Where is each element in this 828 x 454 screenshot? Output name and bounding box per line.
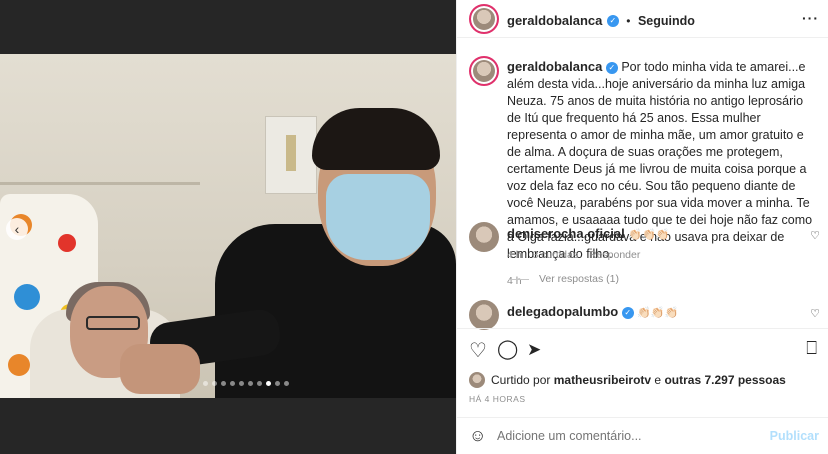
comment-input[interactable] xyxy=(497,427,757,445)
more-options-icon[interactable]: ··· xyxy=(802,10,819,26)
carousel-dot xyxy=(230,381,235,386)
author-username[interactable]: geraldobalanca xyxy=(507,13,602,28)
photo-wall-rail xyxy=(0,182,200,185)
comment-like-heart-icon[interactable]: ♡ xyxy=(810,307,820,320)
bookmark-icon[interactable]: ⎕ xyxy=(806,338,817,359)
share-icon[interactable]: ➤ xyxy=(527,340,541,360)
photo-hands xyxy=(120,344,200,394)
post-photo[interactable]: ‹ xyxy=(0,54,456,398)
photo-pane: ‹ xyxy=(0,0,456,454)
liked-by-prefix: Curtido por xyxy=(491,373,551,387)
post-time-ago[interactable]: HÁ 4 HORAS xyxy=(469,394,526,404)
carousel-dot xyxy=(239,381,244,386)
verified-icon: ✓ xyxy=(605,61,618,74)
comment-username[interactable]: delegadopalumbo xyxy=(507,304,618,319)
comment-avatar[interactable] xyxy=(469,300,499,330)
view-replies[interactable]: Ver respostas (1) xyxy=(509,273,619,285)
comment-username[interactable]: deniserocha.oficial xyxy=(507,226,625,241)
comment-text: 👏🏻👏🏻👏🏻 xyxy=(637,307,679,319)
publish-button[interactable]: Publicar xyxy=(770,429,819,443)
liked-by-middle: e xyxy=(654,373,662,387)
carousel-dot xyxy=(248,381,253,386)
comment-icon[interactable]: ◯ xyxy=(497,338,518,361)
comment-avatar[interactable] xyxy=(469,222,499,252)
carousel-dot xyxy=(212,381,217,386)
photo-wall-frame xyxy=(265,116,317,194)
chevron-left-icon[interactable]: ‹ xyxy=(6,218,28,240)
author-avatar[interactable] xyxy=(469,4,499,34)
comment-row: delegadopalumbo ✓ 👏🏻👏🏻👏🏻 xyxy=(507,304,678,319)
comment-text: 👏🏻👏🏻👏🏻 xyxy=(628,229,670,241)
caption-avatar[interactable] xyxy=(469,56,499,86)
reply-button[interactable]: Responder xyxy=(589,249,640,261)
photo-glasses xyxy=(86,316,140,330)
carousel-dot xyxy=(221,381,226,386)
separator-dot: • xyxy=(626,14,631,28)
action-bar: ♡ ◯ ➤ ⎕ xyxy=(457,328,828,368)
post-header: geraldobalanca ✓ • Seguindo ··· xyxy=(457,0,828,38)
comment-likes[interactable]: 3 curtidas xyxy=(533,249,579,261)
carousel-dot xyxy=(275,381,280,386)
liked-by: Curtido por matheusribeirotv e outras 7.… xyxy=(469,372,786,388)
following-button[interactable]: Seguindo xyxy=(638,14,695,28)
comment-time[interactable]: 4 h xyxy=(507,249,522,261)
post-sidebar: geraldobalanca ✓ • Seguindo ··· geraldob… xyxy=(456,0,828,454)
caption-username[interactable]: geraldobalanca xyxy=(507,59,602,74)
carousel-dot xyxy=(257,381,262,386)
heart-icon[interactable]: ♡ xyxy=(469,338,487,363)
comment-meta: 4 h 3 curtidas Responder xyxy=(507,249,640,261)
carousel-dot xyxy=(203,381,208,386)
verified-icon: ✓ xyxy=(606,14,619,27)
comment-like-heart-icon[interactable]: ♡ xyxy=(810,229,820,242)
verified-icon: ✓ xyxy=(621,306,634,319)
comment-row: deniserocha.oficial 👏🏻👏🏻👏🏻 xyxy=(507,226,669,241)
emoji-icon[interactable]: ☺ xyxy=(469,426,486,446)
comment-bar: ☺ Publicar xyxy=(457,417,828,454)
carousel-dots xyxy=(203,381,289,386)
photo-face-mask xyxy=(326,174,430,260)
likes-count[interactable]: outras 7.297 pessoas xyxy=(664,373,785,387)
liker-avatar[interactable] xyxy=(469,372,485,388)
photo-man-hair xyxy=(312,108,440,170)
liker-username[interactable]: matheusribeirotv xyxy=(554,373,651,387)
carousel-dot xyxy=(284,381,289,386)
carousel-dot xyxy=(266,381,271,386)
